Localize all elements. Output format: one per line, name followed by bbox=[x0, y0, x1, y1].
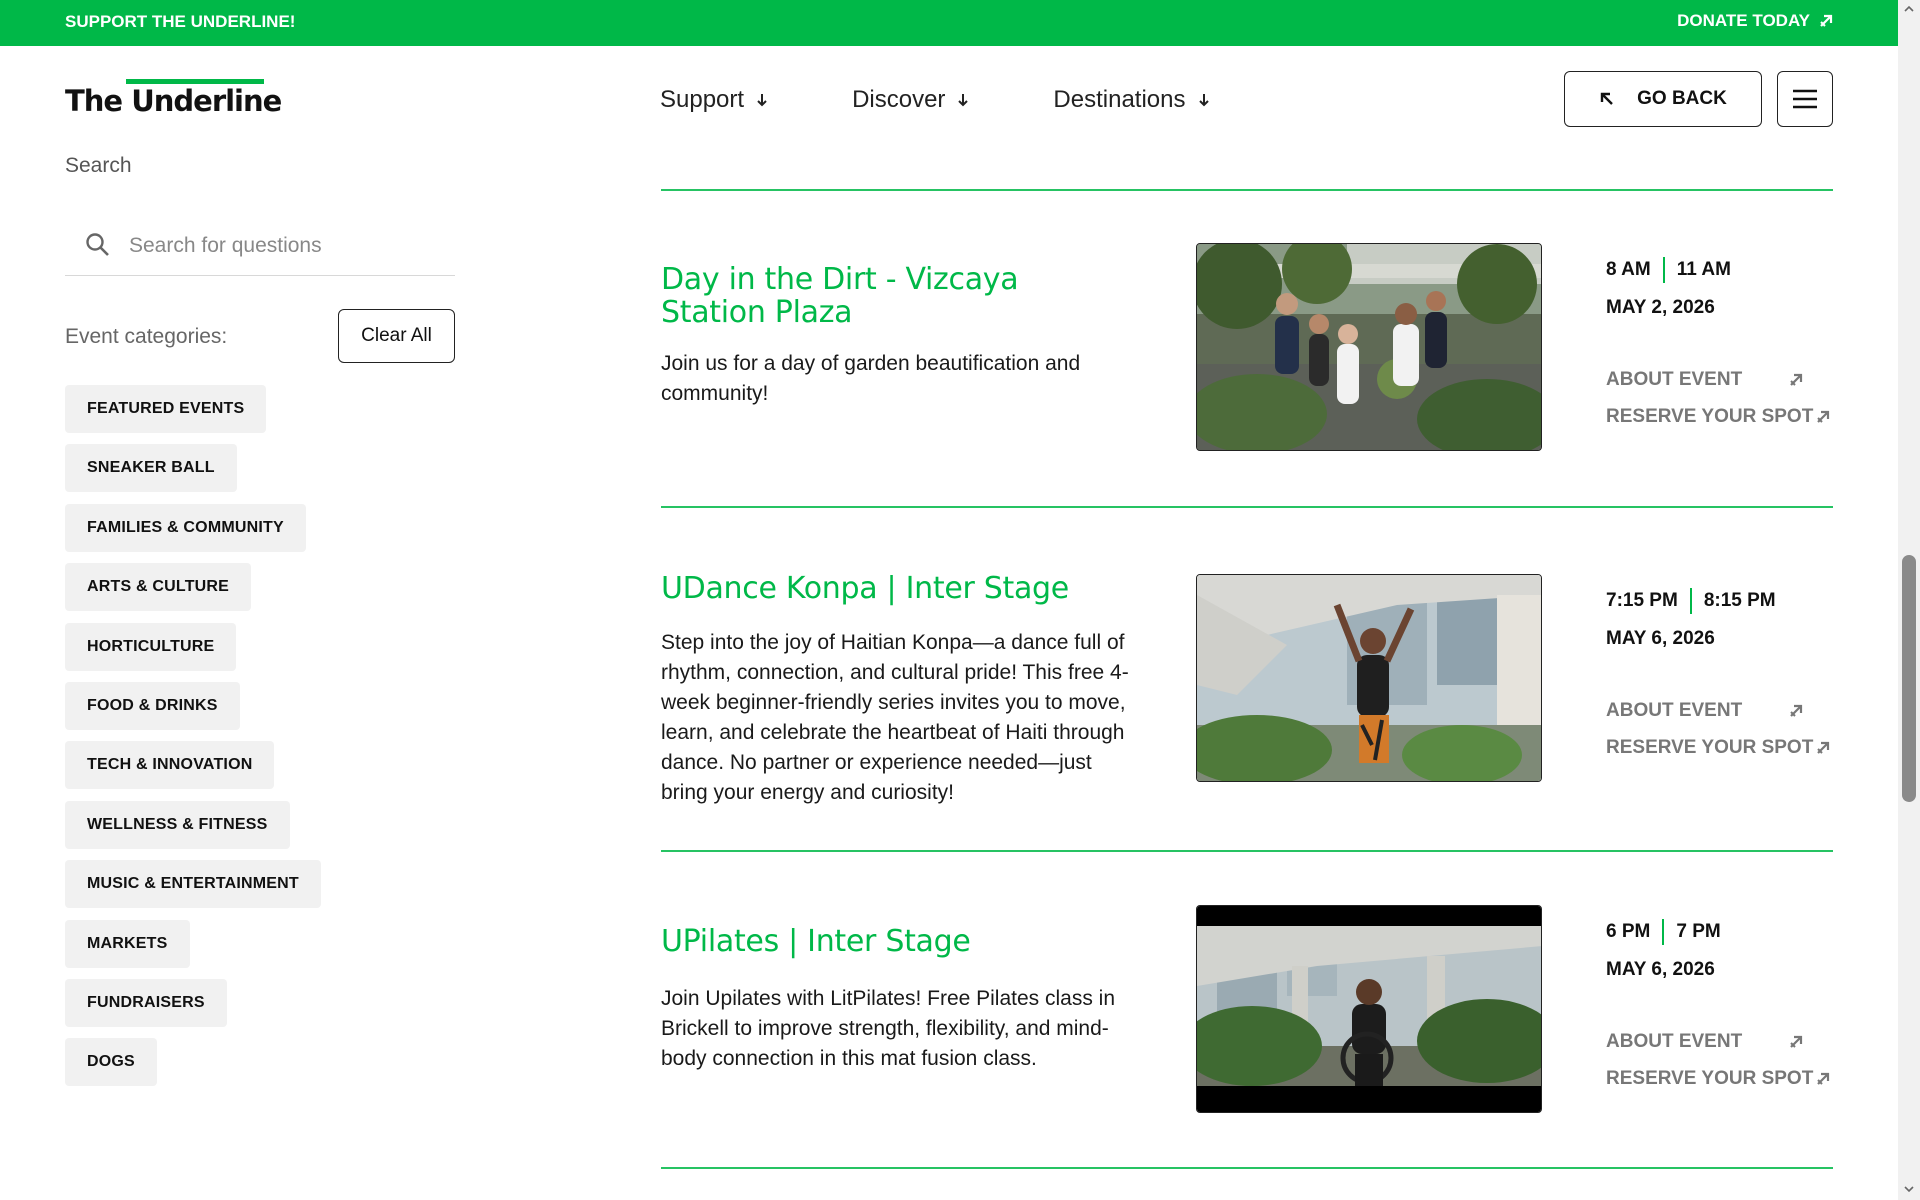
nav-item-destinations[interactable]: Destinations bbox=[1053, 86, 1209, 114]
dancer-photo bbox=[1197, 575, 1541, 781]
arrow-up-right-icon bbox=[1817, 410, 1830, 423]
scroll-down-arrow-icon[interactable] bbox=[1904, 1184, 1914, 1194]
about-event-link[interactable]: ABOUT EVENT bbox=[1606, 700, 1803, 722]
nav-item-discover[interactable]: Discover bbox=[852, 86, 969, 114]
search-label: Search bbox=[65, 154, 132, 177]
arrow-up-right-icon bbox=[1790, 704, 1803, 717]
reserve-your-spot-label: RESERVE YOUR SPOT bbox=[1606, 406, 1814, 427]
arrow-up-right-icon bbox=[1817, 1072, 1830, 1085]
category-chip-markets[interactable]: MARKETS bbox=[65, 920, 190, 968]
event-photo[interactable] bbox=[1196, 243, 1542, 451]
reserve-your-spot-link[interactable]: RESERVE YOUR SPOT bbox=[1606, 406, 1830, 428]
event-title[interactable]: Day in the Dirt - Vizcaya Station Plaza bbox=[661, 263, 1131, 329]
scroll-up-arrow-icon[interactable] bbox=[1904, 4, 1914, 14]
event-start-time: 8 AM bbox=[1606, 259, 1651, 280]
category-chip-food-drinks[interactable]: FOOD & DRINKS bbox=[65, 682, 240, 730]
event-time: 8 AM 11 AM bbox=[1606, 257, 1833, 283]
arrow-up-right-icon bbox=[1817, 741, 1830, 754]
event-time: 6 PM 7 PM bbox=[1606, 919, 1833, 945]
category-chip-featured-events[interactable]: FEATURED EVENTS bbox=[65, 385, 267, 433]
event-photo[interactable] bbox=[1196, 574, 1542, 782]
event-start-time: 7:15 PM bbox=[1606, 590, 1678, 611]
support-banner-text: SUPPORT THE UNDERLINE! bbox=[65, 12, 296, 31]
scrollbar-thumb[interactable] bbox=[1902, 555, 1916, 802]
category-chip-sneaker-ball[interactable]: SNEAKER BALL bbox=[65, 444, 237, 492]
arrow-up-right-icon bbox=[1790, 373, 1803, 386]
divider bbox=[661, 189, 1833, 191]
pilates-instructor-photo bbox=[1197, 906, 1541, 1112]
support-banner: SUPPORT THE UNDERLINE! DONATE TODAY bbox=[0, 0, 1898, 46]
event-title[interactable]: UPilates | Inter Stage bbox=[661, 925, 1131, 958]
search-icon bbox=[86, 233, 109, 256]
nav-label: Support bbox=[660, 86, 745, 113]
category-chip-arts-culture[interactable]: ARTS & CULTURE bbox=[65, 563, 252, 611]
divider bbox=[661, 506, 1833, 508]
arrow-up-right-icon bbox=[1790, 1035, 1803, 1048]
donate-today-label: DONATE TODAY bbox=[1677, 11, 1810, 30]
about-event-label: ABOUT EVENT bbox=[1606, 369, 1743, 390]
about-event-link[interactable]: ABOUT EVENT bbox=[1606, 1031, 1803, 1053]
event-time: 7:15 PM 8:15 PM bbox=[1606, 588, 1833, 614]
arrow-down-icon bbox=[1198, 94, 1209, 107]
event-end-time: 7 PM bbox=[1676, 921, 1721, 942]
event-description: Join us for a day of garden beautificati… bbox=[661, 352, 1081, 405]
site-logo[interactable]: The Underline bbox=[65, 84, 282, 118]
garden-volunteers-photo bbox=[1197, 244, 1541, 450]
category-chip-horticulture[interactable]: HORTICULTURE bbox=[65, 623, 237, 671]
category-chip-music-entertainment[interactable]: MUSIC & ENTERTAINMENT bbox=[65, 860, 321, 908]
search-box bbox=[65, 218, 455, 276]
category-chip-wellness-fitness[interactable]: WELLNESS & FITNESS bbox=[65, 801, 290, 849]
category-chip-families-community[interactable]: FAMILIES & COMMUNITY bbox=[65, 504, 306, 552]
event-photo[interactable] bbox=[1196, 905, 1542, 1113]
main-nav: Support Discover Destinations bbox=[660, 86, 1294, 114]
reserve-your-spot-label: RESERVE YOUR SPOT bbox=[1606, 1068, 1814, 1089]
reserve-your-spot-link[interactable]: RESERVE YOUR SPOT bbox=[1606, 1068, 1830, 1090]
category-chip-dogs[interactable]: DOGS bbox=[65, 1038, 157, 1086]
about-event-label: ABOUT EVENT bbox=[1606, 1031, 1743, 1052]
divider bbox=[661, 850, 1833, 852]
event-date: MAY 2, 2026 bbox=[1606, 297, 1715, 318]
time-separator bbox=[1689, 588, 1692, 614]
divider bbox=[661, 1167, 1833, 1169]
arrow-up-left-icon bbox=[1600, 92, 1613, 105]
time-separator bbox=[1662, 257, 1665, 283]
event-meta: 8 AM 11 AM MAY 2, 2026 ABOUT EVENT RESER… bbox=[1606, 257, 1833, 427]
category-chip-tech-innovation[interactable]: TECH & INNOVATION bbox=[65, 741, 275, 789]
event-date: MAY 6, 2026 bbox=[1606, 959, 1715, 980]
donate-today-link[interactable]: DONATE TODAY bbox=[1677, 11, 1833, 31]
nav-label: Destinations bbox=[1053, 86, 1186, 113]
event-description: Step into the joy of Haitian Konpa—a dan… bbox=[661, 631, 1129, 804]
about-event-link[interactable]: ABOUT EVENT bbox=[1606, 369, 1803, 391]
go-back-label: GO BACK bbox=[1637, 88, 1727, 109]
hamburger-icon bbox=[1793, 89, 1817, 109]
nav-item-support[interactable]: Support bbox=[660, 86, 768, 114]
arrow-down-icon bbox=[757, 94, 767, 107]
hamburger-menu-button[interactable] bbox=[1777, 71, 1833, 127]
site-header: The Underline Support Discover Destinati… bbox=[0, 46, 1898, 154]
event-date: MAY 6, 2026 bbox=[1606, 628, 1715, 649]
page-scrollbar[interactable] bbox=[1898, 0, 1920, 1200]
reserve-your-spot-link[interactable]: RESERVE YOUR SPOT bbox=[1606, 737, 1830, 759]
event-meta: 6 PM 7 PM MAY 6, 2026 ABOUT EVENT RESERV… bbox=[1606, 919, 1833, 1089]
category-chip-fundraisers[interactable]: FUNDRAISERS bbox=[65, 979, 227, 1027]
event-categories-label: Event categories: bbox=[65, 325, 228, 348]
go-back-button[interactable]: GO BACK bbox=[1564, 71, 1762, 127]
nav-label: Discover bbox=[852, 86, 946, 113]
arrow-up-right-icon bbox=[1820, 14, 1833, 27]
arrow-down-icon bbox=[958, 94, 969, 107]
search-input[interactable] bbox=[129, 228, 439, 264]
clear-all-button[interactable]: Clear All bbox=[338, 309, 455, 363]
about-event-label: ABOUT EVENT bbox=[1606, 700, 1743, 721]
event-end-time: 11 AM bbox=[1676, 259, 1731, 280]
event-start-time: 6 PM bbox=[1606, 921, 1651, 942]
event-title[interactable]: UDance Konpa | Inter Stage bbox=[661, 572, 1131, 605]
event-end-time: 8:15 PM bbox=[1703, 590, 1776, 611]
time-separator bbox=[1662, 919, 1665, 945]
reserve-your-spot-label: RESERVE YOUR SPOT bbox=[1606, 737, 1814, 758]
event-description: Join Upilates with LitPilates! Free Pila… bbox=[661, 987, 1116, 1070]
event-meta: 7:15 PM 8:15 PM MAY 6, 2026 ABOUT EVENT … bbox=[1606, 588, 1833, 758]
